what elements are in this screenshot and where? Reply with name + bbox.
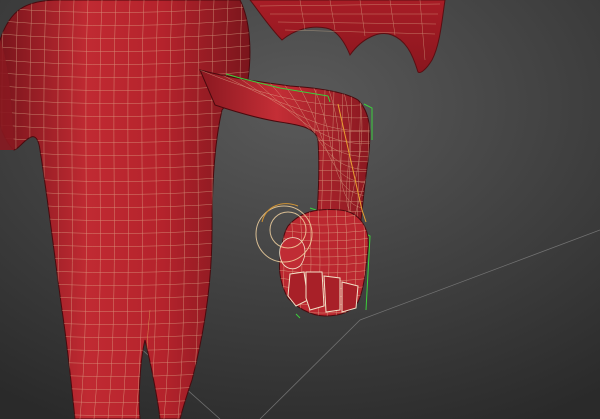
fist-mesh[interactable] [278,208,372,318]
3d-viewport[interactable] [0,0,600,419]
viewport-scene[interactable] [0,0,600,419]
